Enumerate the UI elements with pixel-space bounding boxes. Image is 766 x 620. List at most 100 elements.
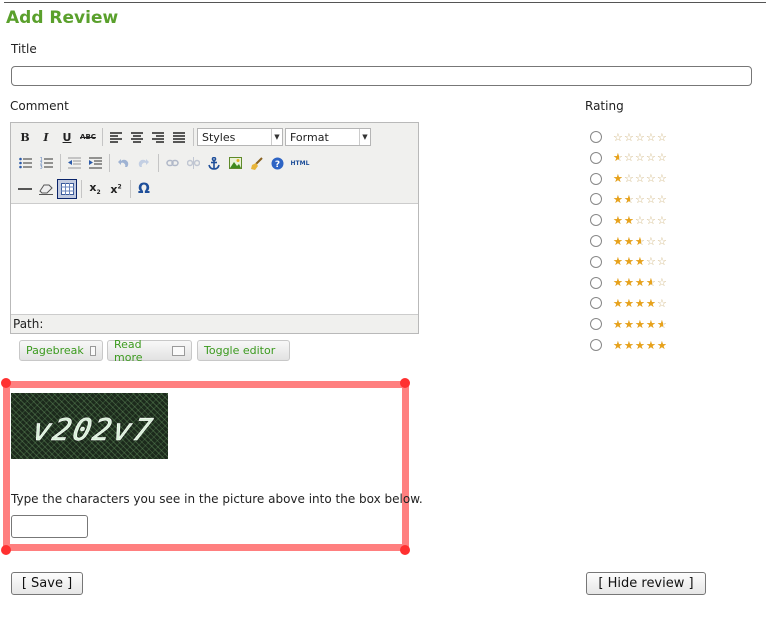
star-icon: ☆ xyxy=(657,296,667,310)
format-select[interactable]: Format ▼ xyxy=(285,128,371,146)
star-icon: ☆ xyxy=(657,151,667,165)
svg-text:3: 3 xyxy=(40,165,43,170)
superscript-icon[interactable]: x2 xyxy=(106,179,126,199)
star-icon: ☆ ★ xyxy=(613,234,623,248)
rating-radio[interactable] xyxy=(590,276,602,289)
rating-radio[interactable] xyxy=(590,255,602,268)
title-input[interactable] xyxy=(11,66,752,86)
toolbar-separator xyxy=(193,128,194,146)
rating-option[interactable]: ☆ ★ ☆ ★ ☆ ★ ☆ ☆ xyxy=(590,252,668,272)
star-icon: ☆ xyxy=(657,234,667,248)
rating-option[interactable]: ☆ ★ ☆ ★ ☆ ☆ ☆ xyxy=(590,210,668,230)
outdent-icon[interactable] xyxy=(64,153,84,173)
rating-option[interactable]: ☆ ★ ☆ ★ ☆ ☆ ☆ xyxy=(590,189,668,209)
rating-radio[interactable] xyxy=(590,297,602,310)
toolbar-separator xyxy=(60,154,61,172)
star-icon: ☆ xyxy=(657,255,667,269)
star-icon: ☆ ★ xyxy=(624,317,634,331)
hide-review-button[interactable]: [ Hide review ] xyxy=(586,572,706,595)
star-icon: ☆ xyxy=(646,130,656,144)
star-icon: ☆ xyxy=(657,130,667,144)
pagebreak-button[interactable]: Pagebreak xyxy=(19,340,103,361)
top-divider xyxy=(4,2,766,3)
rating-stars: ☆ ★ ☆ ★ ☆ ★ ☆ ★ ☆ ★ xyxy=(613,340,668,351)
toggle-editor-button[interactable]: Toggle editor xyxy=(197,340,290,361)
captcha-instruction: Type the characters you see in the pictu… xyxy=(11,492,423,506)
rating-option[interactable]: ☆ ★ ☆ ★ ☆ ★ ☆ ★ ☆ ★ xyxy=(590,314,668,334)
rating-option[interactable]: ☆ ★ ☆ ★ ☆ ★ ☆ ★ ☆ xyxy=(590,293,668,313)
star-icon: ☆ xyxy=(646,151,656,165)
rating-radio[interactable] xyxy=(590,214,602,227)
toolbar-row-3: x2 x2 Ω xyxy=(15,178,155,200)
star-icon: ☆ ★ xyxy=(613,172,623,186)
rating-radio[interactable] xyxy=(590,131,602,143)
rating-option[interactable]: ☆ ★ ☆ ★ ☆ ★ ☆ ☆ xyxy=(590,231,668,251)
rating-option[interactable]: ☆ ☆ ☆ ☆ ☆ xyxy=(590,127,668,147)
star-icon: ☆ ★ xyxy=(657,317,667,331)
rating-radio[interactable] xyxy=(590,318,602,331)
align-justify-icon[interactable] xyxy=(169,127,189,147)
align-center-icon[interactable] xyxy=(127,127,147,147)
read-more-button[interactable]: Read more xyxy=(107,338,192,364)
star-icon: ☆ ★ xyxy=(635,276,645,290)
html-icon[interactable]: HTML xyxy=(288,153,312,173)
star-icon: ☆ ★ xyxy=(613,192,623,206)
rating-option[interactable]: ☆ ★ ☆ ★ ☆ ★ ☆ ★ ☆ ★ xyxy=(590,335,668,355)
styles-select[interactable]: Styles ▼ xyxy=(197,128,283,146)
rating-radio[interactable] xyxy=(590,193,602,206)
remove-format-icon[interactable] xyxy=(36,179,56,199)
save-button[interactable]: [ Save ] xyxy=(11,572,83,595)
special-char-icon[interactable]: Ω xyxy=(134,179,154,199)
strikethrough-icon[interactable]: ABC xyxy=(78,127,98,147)
bullet-list-icon[interactable] xyxy=(15,153,35,173)
rating-radio[interactable] xyxy=(590,172,602,185)
rating-radio[interactable] xyxy=(590,235,602,247)
indent-icon[interactable] xyxy=(85,153,105,173)
rating-option[interactable]: ☆ ★ ☆ ★ ☆ ★ ☆ ★ ☆ xyxy=(590,273,668,293)
frame-corner-handle xyxy=(1,378,11,388)
captcha-image-text: v202v7 xyxy=(29,413,157,448)
rating-option[interactable]: ☆ ★ ☆ ☆ ☆ ☆ xyxy=(590,169,668,189)
captcha-input[interactable] xyxy=(11,515,88,538)
rating-label: Rating xyxy=(585,99,624,113)
star-icon: ☆ ★ xyxy=(624,234,634,248)
align-left-icon[interactable] xyxy=(106,127,126,147)
star-icon: ☆ ★ xyxy=(613,276,623,290)
anchor-icon[interactable] xyxy=(204,153,224,173)
visual-aid-icon[interactable] xyxy=(57,179,77,199)
unlink-icon[interactable] xyxy=(183,153,203,173)
subscript-icon[interactable]: x2 xyxy=(85,179,105,199)
editor-path-bar: Path: xyxy=(11,314,418,333)
chevron-down-icon: ▼ xyxy=(271,129,282,145)
redo-icon[interactable] xyxy=(134,153,154,173)
star-icon: ☆ ★ xyxy=(646,338,656,352)
align-right-icon[interactable] xyxy=(148,127,168,147)
undo-icon[interactable] xyxy=(113,153,133,173)
rating-radio[interactable] xyxy=(590,339,602,351)
toolbar-separator xyxy=(102,128,103,146)
help-icon[interactable]: ? xyxy=(267,153,287,173)
italic-icon[interactable]: I xyxy=(36,127,56,147)
captcha-image: v202v7 xyxy=(11,393,168,459)
toolbar-separator xyxy=(158,154,159,172)
underline-icon[interactable]: U xyxy=(57,127,77,147)
star-icon: ☆ ★ xyxy=(635,296,645,310)
star-icon: ☆ ★ xyxy=(635,255,645,269)
star-icon: ☆ xyxy=(635,172,645,186)
frame-corner-handle xyxy=(400,545,410,555)
star-icon: ☆ xyxy=(624,151,634,165)
star-icon: ☆ ★ xyxy=(613,317,623,331)
link-icon[interactable] xyxy=(162,153,182,173)
svg-text:?: ? xyxy=(274,160,279,170)
image-icon[interactable] xyxy=(225,153,245,173)
bold-icon[interactable]: B xyxy=(15,127,35,147)
cleanup-icon[interactable] xyxy=(246,153,266,173)
star-icon: ☆ ★ xyxy=(613,296,623,310)
numbered-list-icon[interactable]: 123 xyxy=(36,153,56,173)
star-icon: ☆ ★ xyxy=(635,317,645,331)
horizontal-rule-icon[interactable] xyxy=(15,179,35,199)
star-icon: ☆ ★ xyxy=(624,213,634,227)
rating-radio[interactable] xyxy=(590,151,602,164)
comment-edit-area[interactable] xyxy=(11,204,418,314)
rating-option[interactable]: ☆ ★ ☆ ☆ ☆ ☆ xyxy=(590,148,668,168)
